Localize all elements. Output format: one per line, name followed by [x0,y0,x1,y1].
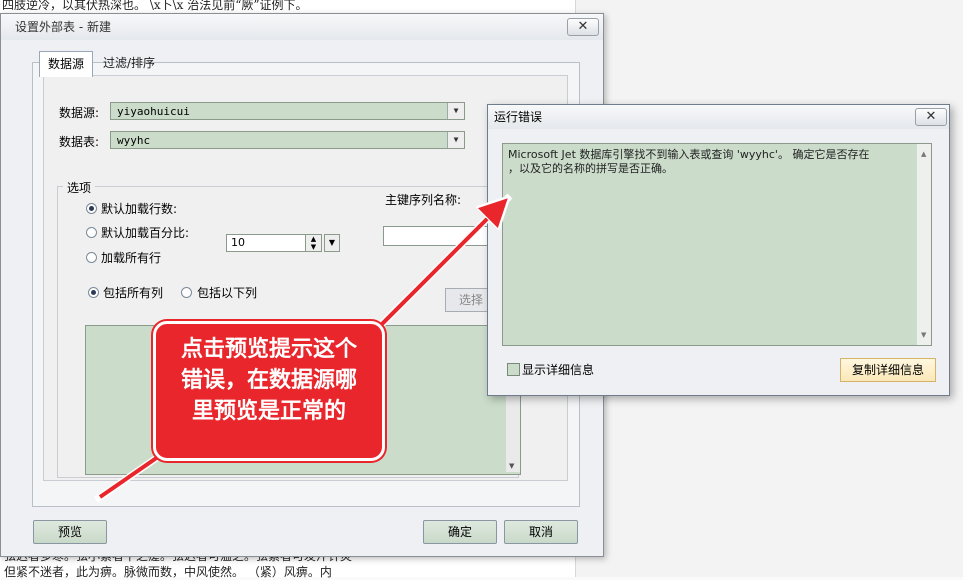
annotation-arrows [94,193,513,503]
callout-line-3: 里预览是正常的 [191,399,346,424]
callout-text: 点击预览提示这个 错误，在数据源哪 里预览是正常的 [156,334,382,427]
callout-line-2: 错误，在数据源哪 [180,368,357,393]
arrow-to-error [370,202,504,336]
annotation-callout: 点击预览提示这个 错误，在数据源哪 里预览是正常的 [153,321,385,461]
callout-line-1: 点击预览提示这个 [180,337,357,362]
